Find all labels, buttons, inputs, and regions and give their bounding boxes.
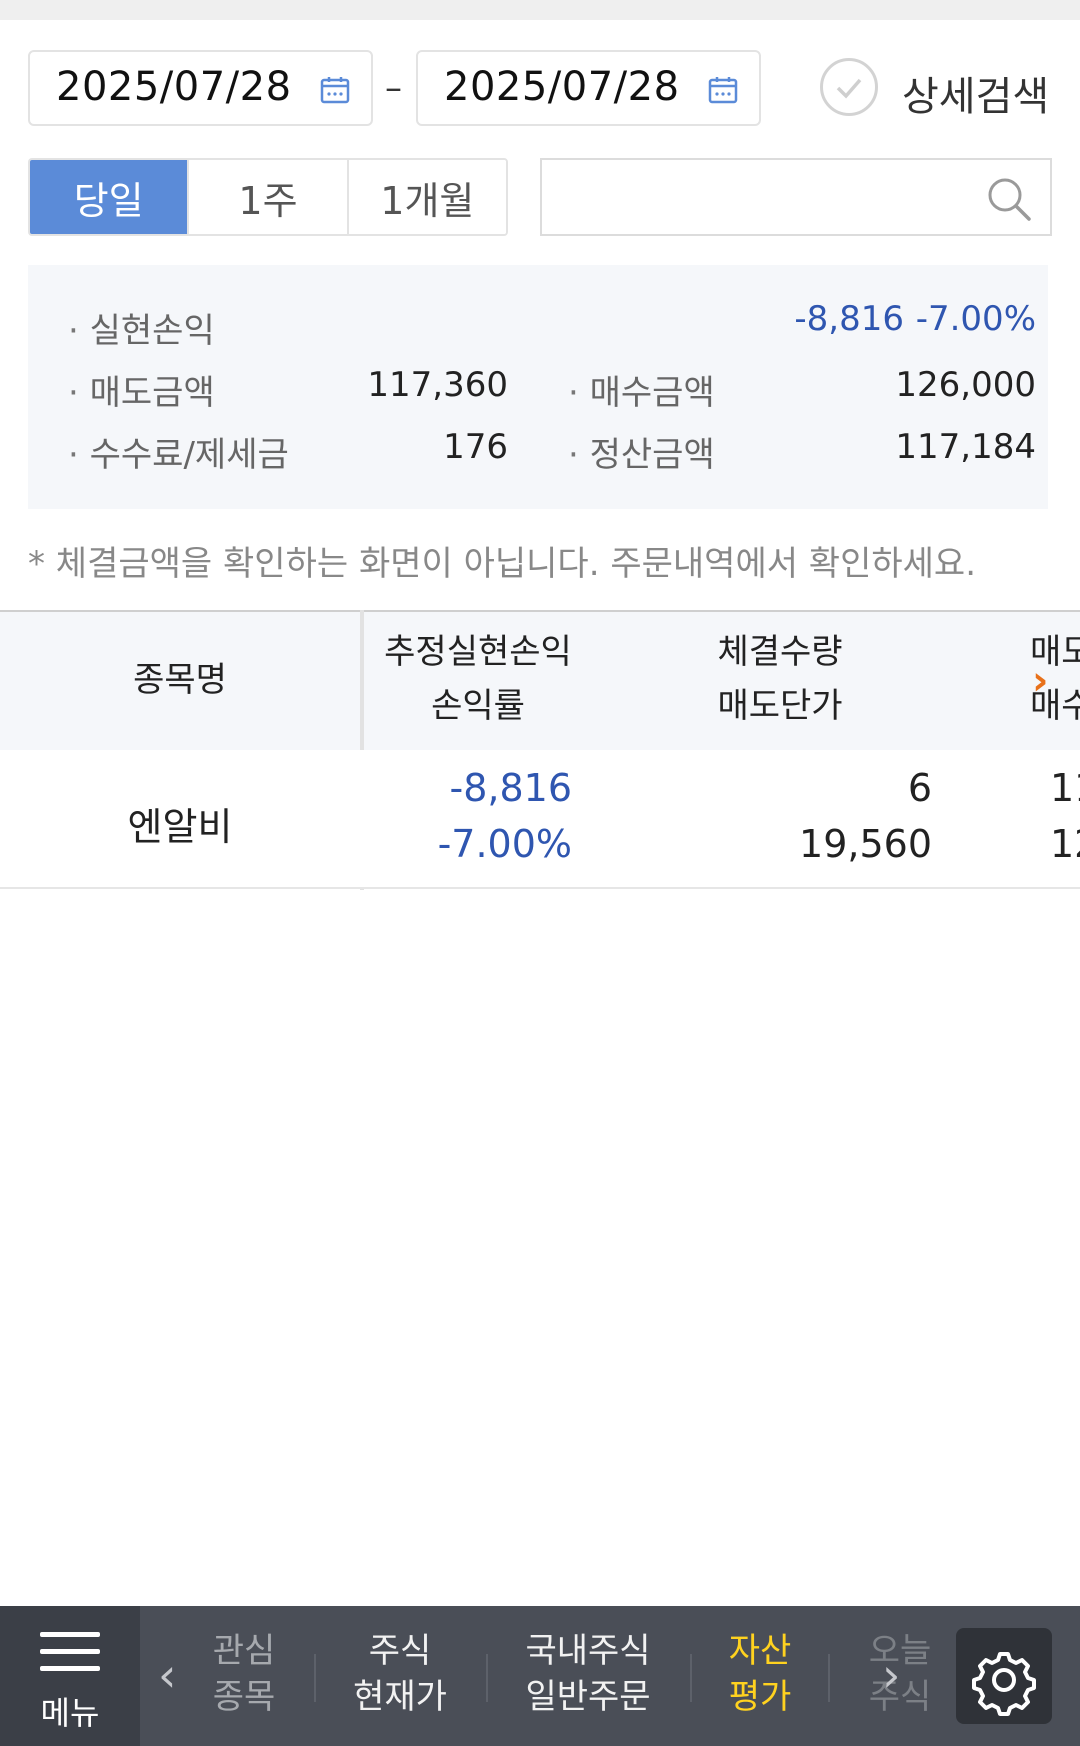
nav-divider [690,1654,692,1702]
nav-item-current-price[interactable]: 주식 현재가 [340,1628,460,1720]
nav-item-domestic-order[interactable]: 국내주식 일반주문 [508,1628,668,1720]
nav-divider [828,1654,830,1702]
settings-button[interactable] [956,1628,1052,1724]
nav-divider [314,1654,316,1702]
realized-pl-value: -8,816 [794,299,904,339]
header-stock-name: 종목명 [133,660,227,700]
row-pl-rate: -7.00% [437,822,572,866]
menu-label: 메뉴 [40,1694,100,1732]
nav-item-watchlist[interactable]: 관심 종목 [200,1628,288,1720]
header-sell-price: 매도단가 [717,686,843,726]
nav-item-asset-evaluation[interactable]: 자산 평가 [712,1628,808,1720]
row-col4-bottom: 12 [1050,822,1080,866]
realized-pl-rate: -7.00% [915,299,1036,339]
end-date-field[interactable]: 2025/07/28 [416,50,761,126]
chevron-left-icon[interactable]: ‹ [158,1648,176,1702]
check-icon [836,78,862,99]
nav-item-domestic-order-line2: 일반주문 [525,1677,651,1717]
top-strip [0,0,1080,20]
menu-button[interactable]: 메뉴 [0,1606,140,1746]
nav-item-domestic-order-line1: 국내주식 [525,1631,651,1671]
buy-amount-value: 126,000 [895,365,1036,405]
fee-tax-value: 176 [443,427,508,467]
settlement-value: 117,184 [895,427,1036,467]
header-est-pl: 추정실현손익 [384,632,572,672]
nav-item-current-price-line1: 주식 [368,1631,432,1671]
tab-1-month[interactable]: 1개월 [348,160,506,234]
nav-item-current-price-line2: 현재가 [353,1677,447,1717]
table-row[interactable]: 엔알비 -8,816 -7.00% 6 19,560 11 12 [0,750,1080,889]
fee-tax-label: 수수료/제세금 [68,427,289,476]
row-stock-name: 엔알비 [127,805,233,849]
notice-text: * 체결금액을 확인하는 화면이 아닙니다. 주문내역에서 확인하세요. [28,544,977,584]
summary-panel: 실현손익 -8,816 -7.00% 매도금액 117,360 매수금액 126… [28,265,1048,509]
gear-icon [972,1652,1036,1716]
start-date-text: 2025/07/28 [56,64,292,110]
row-col4-top: 11 [1050,766,1080,810]
sell-amount-label: 매도금액 [68,365,215,414]
row-exec-qty: 6 [907,766,932,810]
tab-today[interactable]: 당일 [30,160,190,234]
end-date-text: 2025/07/28 [444,64,680,110]
settlement-label: 정산금액 [568,427,715,476]
chevron-right-icon[interactable]: › [882,1648,900,1702]
detail-search-checkbox[interactable] [820,58,878,116]
row-sell-price: 19,560 [799,822,932,866]
date-separator: – [385,68,402,108]
nav-item-watchlist-line2: 종목 [212,1677,276,1717]
table-header: 종목명 추정실현손익 손익률 체결수량 매도단가 매도 매수 [0,610,1080,750]
header-pl-rate: 손익률 [431,686,525,726]
tab-1-week[interactable]: 1주 [189,160,349,234]
buy-amount-label: 매수금액 [568,365,715,414]
hamburger-icon [40,1632,100,1683]
period-tabs: 당일 1주 1개월 [28,158,508,236]
nav-item-watchlist-line1: 관심 [212,1631,276,1671]
calendar-icon[interactable] [707,74,739,106]
stock-search-box [540,158,1052,236]
bottom-nav: 메뉴 ‹ 관심 종목 주식 현재가 국내주식 일반주문 자산 평가 오늘 주식 … [0,1606,1080,1746]
nav-item-asset-evaluation-line1: 자산 [728,1631,792,1671]
realized-pl-label: 실현손익 [68,303,215,352]
nav-divider [486,1654,488,1702]
calendar-icon[interactable] [319,74,351,106]
header-exec-qty: 체결수량 [717,632,843,672]
detail-search-label[interactable]: 상세검색 [902,64,1049,122]
row-est-pl: -8,816 [449,766,573,810]
nav-item-asset-evaluation-line2: 평가 [728,1677,792,1717]
sell-amount-value: 117,360 [367,365,508,405]
search-input[interactable] [552,170,976,228]
scroll-right-icon[interactable]: › [1032,658,1048,704]
start-date-field[interactable]: 2025/07/28 [28,50,373,126]
search-icon[interactable] [984,174,1034,224]
